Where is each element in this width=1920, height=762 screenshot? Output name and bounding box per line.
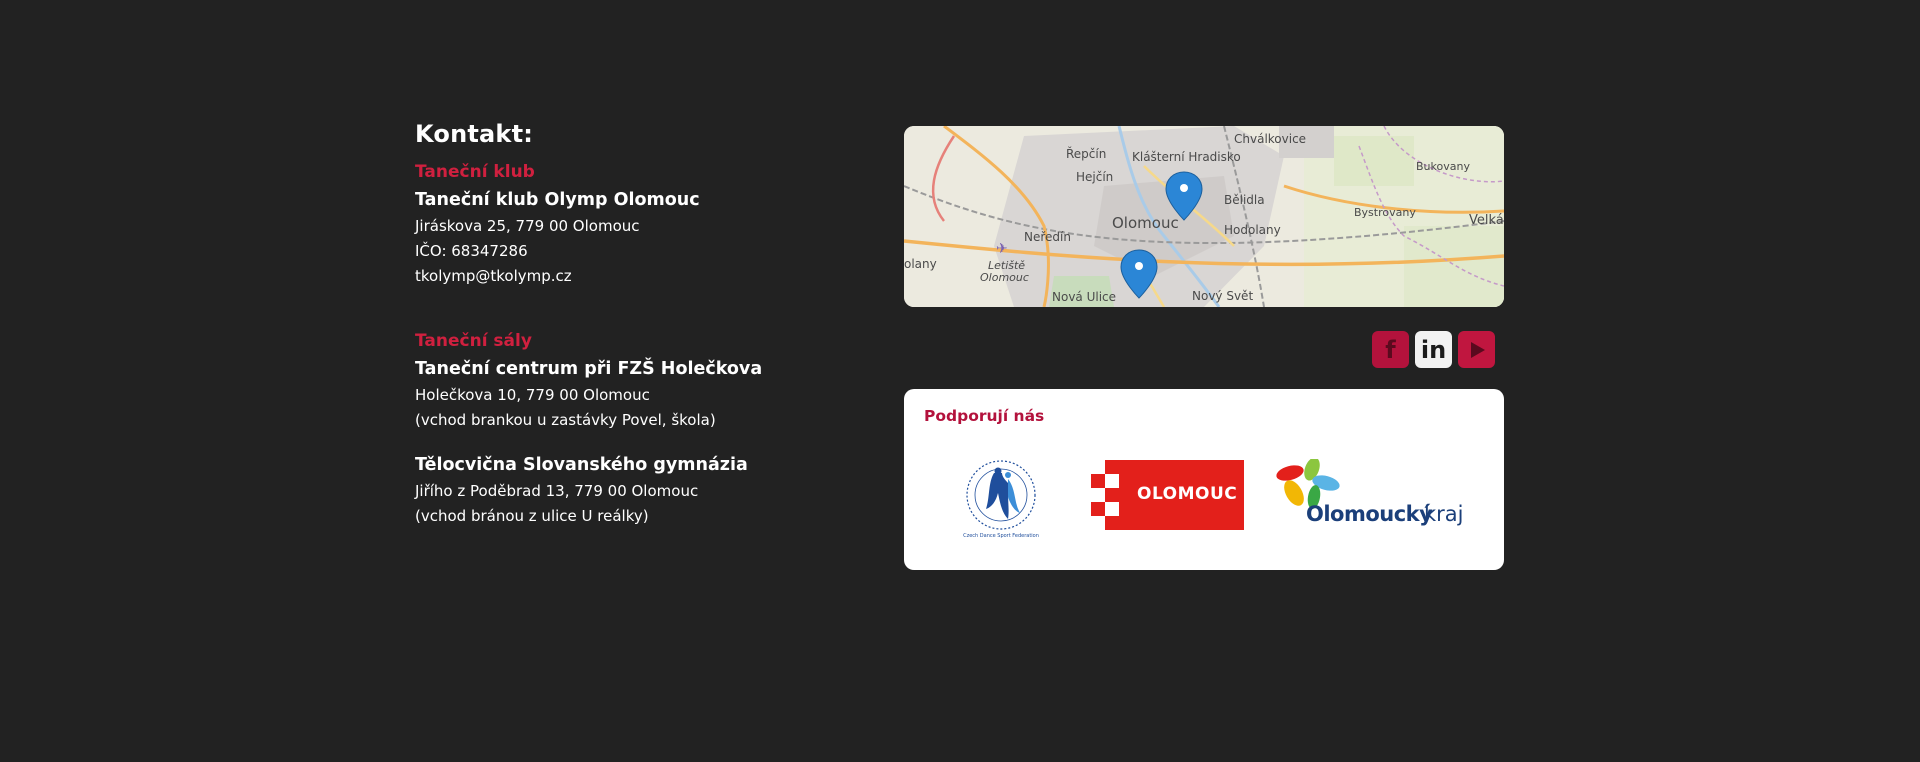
csts-caption: Czech Dance Sport Federation	[963, 533, 1039, 539]
map-label-nova-ulice: Nová Ulice	[1052, 290, 1116, 304]
kraj-logo-bold-text: Olomoucký	[1306, 502, 1433, 526]
supporters-card: Podporují nás Czech Dance Sport Federati…	[904, 389, 1504, 570]
hall-2-name: Tělocvična Slovanského gymnázia	[415, 455, 748, 475]
kraj-logo-light-text: kraj	[1424, 502, 1464, 526]
map-label-belidla: Bělidla	[1224, 193, 1265, 207]
linkedin-glyph: in	[1420, 335, 1447, 364]
location-map[interactable]: ✈ Řepčín Klášterní Hradisko Chválkovice …	[904, 126, 1504, 307]
csts-emblem-icon: Czech Dance Sport Federation	[963, 460, 1039, 539]
hall-1-address: Holečkova 10, 779 00 Olomouc	[415, 386, 650, 404]
map-label-hodolany: Hodolany	[1224, 223, 1281, 237]
map-label-letiste-olomouc: Olomouc	[980, 271, 1029, 284]
contact-heading: Kontakt:	[415, 120, 534, 148]
olomoucky-kraj-logo[interactable]: Olomoucký kraj	[1264, 457, 1464, 533]
map-label-klasterni: Klášterní Hradisko	[1132, 150, 1241, 164]
play-icon	[1470, 341, 1485, 358]
airport-icon: ✈	[996, 241, 1008, 257]
map-canvas[interactable]: ✈ Řepčín Klášterní Hradisko Chválkovice …	[904, 126, 1504, 307]
map-label-olomouc: Olomouc	[1112, 214, 1179, 232]
olomouc-logo-text: OLOMOUC	[1137, 484, 1238, 504]
hall-2-note: (vchod bránou z ulice U reálky)	[415, 507, 649, 525]
map-label-hejcin: Hejčín	[1076, 170, 1113, 184]
map-label-olany: olany	[904, 257, 937, 271]
linkedin-icon[interactable]: in	[1415, 331, 1452, 368]
club-ico: IČO: 68347286	[415, 242, 528, 260]
club-address: Jiráskova 25, 779 00 Olomouc	[415, 217, 640, 235]
map-label-velka: Velká	[1469, 213, 1504, 228]
olomoucky-kraj-flower-icon: Olomoucký kraj	[1276, 457, 1464, 526]
social-links: f in	[1372, 331, 1495, 368]
contact-section: Kontakt: Taneční klub Taneční klub Olymp…	[415, 120, 855, 529]
map-label-repcin: Řepčín	[1066, 146, 1106, 161]
olomouc-city-logo[interactable]: OLOMOUC	[1091, 460, 1244, 530]
hall-2-address: Jiřího z Poděbrad 13, 779 00 Olomouc	[415, 482, 699, 500]
hall-1-name: Taneční centrum při FZŠ Holečkova	[415, 359, 763, 379]
map-label-novy-svet: Nový Svět	[1192, 289, 1253, 303]
club-name: Taneční klub Olymp Olomouc	[415, 190, 700, 210]
map-label-bukovany: Bukovany	[1416, 160, 1470, 173]
halls-label: Taneční sály	[415, 331, 532, 351]
map-label-neredin: Neředín	[1024, 230, 1071, 244]
hall-1-note: (vchod brankou u zastávky Povel, škola)	[415, 411, 716, 429]
map-label-bystrovany: Bystrovany	[1354, 206, 1416, 219]
club-label: Taneční klub	[415, 162, 535, 182]
csts-logo[interactable]: Czech Dance Sport Federation	[956, 457, 1046, 543]
supporters-title: Podporují nás	[924, 407, 1045, 425]
facebook-glyph: f	[1385, 335, 1396, 364]
youtube-icon[interactable]	[1458, 331, 1495, 368]
map-label-chvalkovice: Chválkovice	[1234, 132, 1306, 146]
facebook-icon[interactable]: f	[1372, 331, 1409, 368]
club-email-link[interactable]: tkolymp@tkolymp.cz	[415, 264, 855, 289]
checker-icon	[1091, 460, 1119, 530]
